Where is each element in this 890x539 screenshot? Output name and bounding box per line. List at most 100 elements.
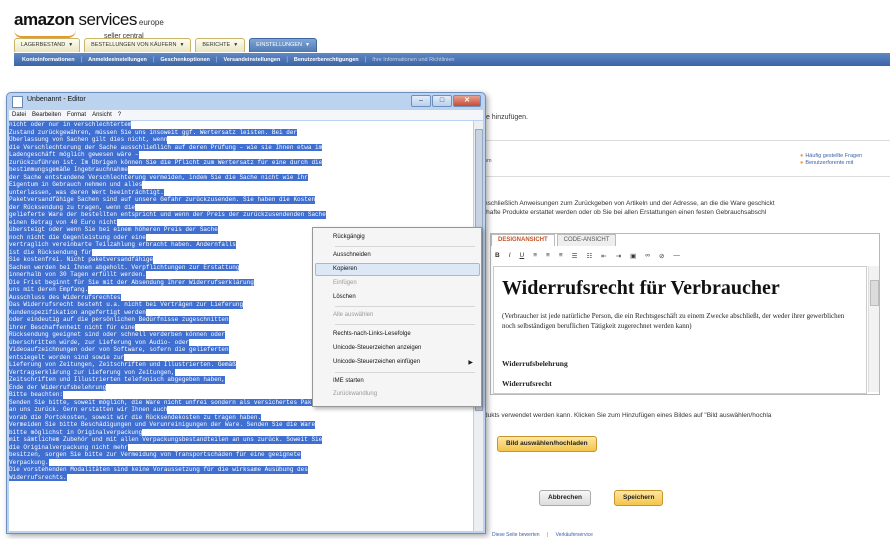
cancel-button[interactable]: Abbrechen	[539, 490, 591, 506]
close-button[interactable]: ✕	[453, 95, 481, 107]
description-line-2: rhafte Produkte erstattet werden oder ob…	[484, 209, 767, 216]
nav-versandeinstellungen[interactable]: Versandeinstellungen	[223, 57, 280, 63]
ordered-list-icon[interactable]: ☰	[572, 252, 578, 260]
text-line: mit sämtlichem Zubehör und mit allen Ver…	[9, 436, 323, 444]
minimize-button[interactable]: –	[411, 95, 431, 107]
tab-designansicht[interactable]: DESIGNANSICHT	[491, 234, 555, 246]
nav-benutzerberechtigungen[interactable]: Benutzerberechtigungen	[294, 57, 359, 63]
menu-datei[interactable]: Datei	[12, 112, 26, 118]
editor-scroll-thumb[interactable]	[870, 280, 879, 306]
chevron-down-icon: ▼	[179, 42, 185, 48]
underline-icon[interactable]: U	[520, 252, 525, 259]
text-line: der Sache entstandene Verschlechterung v…	[9, 173, 308, 181]
nav-geschenkoptionen[interactable]: Geschenkoptionen	[160, 57, 210, 63]
text-line: Kundenspezifikation angefertigt werden	[9, 308, 146, 316]
text-line: gelieferte Ware der bestellten entsprich…	[9, 211, 326, 219]
chevron-down-icon: ▼	[233, 42, 239, 48]
settings-subnav: Kontoinformationen | Anmeldeeinstellungen…	[14, 53, 890, 66]
menu-help[interactable]: ?	[118, 112, 121, 118]
text-line: Ausschluss des Widerrufsrechtes	[9, 293, 121, 301]
tab-berichte[interactable]: BERICHTE ▼	[195, 38, 246, 52]
tab-lagerbestand[interactable]: LAGERBESTAND ▼	[14, 38, 81, 52]
bold-icon[interactable]: B	[495, 252, 500, 259]
editor-toolbar: B I U ≡ ≡ ≡ ☰ ☷ ⇤ ⇥ ▣ ∞ ⊘ —	[495, 250, 875, 261]
chevron-down-icon: ▼	[68, 42, 74, 48]
text-line: Ladengeschäft möglich gewesen wäre –	[9, 151, 139, 159]
text-line: vorab die Portokosten, soweit wir die Rü…	[9, 413, 262, 421]
amazon-services-logo[interactable]: amazon services europe seller central	[14, 10, 164, 40]
indent-icon[interactable]: ⇥	[616, 252, 621, 260]
logo-region: europe	[138, 18, 164, 27]
context-menu: Rückgängig Ausschneiden Kopieren Einfüge…	[312, 227, 482, 407]
text-line: Ende der Widerrufsbelehrung	[9, 383, 107, 391]
menu-bearbeiten[interactable]: Bearbeiten	[32, 112, 61, 118]
menu-format[interactable]: Format	[67, 112, 86, 118]
text-line: Widerrufsrechts.	[9, 473, 67, 481]
menu-ansicht[interactable]: Ansicht	[92, 112, 112, 118]
text-line: zurückzuführen ist. Im Übrigen können Si…	[9, 158, 323, 166]
text-line: unterlassen, was deren Wert beeinträchti…	[9, 188, 164, 196]
select-image-button[interactable]: Bild auswählen/hochladen	[497, 436, 597, 452]
text-line: nicht oder nur in verschlechtertem	[9, 121, 132, 129]
link-icon[interactable]: ∞	[645, 252, 650, 259]
seller-support-link[interactable]: Verkäuferservice	[556, 532, 593, 538]
editor-scrollbar[interactable]	[868, 266, 879, 392]
menu-item-copy[interactable]: Kopieren	[333, 266, 357, 272]
divider	[480, 140, 890, 141]
nav-kontoinformationen[interactable]: Kontoinformationen	[22, 57, 75, 63]
save-button[interactable]: Speichern	[614, 490, 664, 506]
logo-services: services	[78, 10, 138, 29]
tab-code-ansicht[interactable]: CODE-ANSICHT	[556, 234, 617, 246]
text-line: einen Betrag von 40 Euro nicht	[9, 218, 118, 226]
italic-icon[interactable]: I	[509, 252, 511, 259]
tab-bestellungen[interactable]: BESTELLUNGEN VON KÄUFERN ▼	[84, 38, 192, 52]
tab-einstellungen[interactable]: EINSTELLUNGEN ▼	[249, 38, 317, 52]
outdent-icon[interactable]: ⇤	[601, 252, 606, 260]
align-right-icon[interactable]: ≡	[559, 252, 563, 259]
text-line: Das Widerrufsrecht besteht u.a. nicht be…	[9, 301, 244, 309]
unlink-icon[interactable]: ⊘	[659, 252, 664, 260]
text-line: noch nicht die Gegenleistung oder eine	[9, 233, 146, 241]
nav-informationen-richtlinien[interactable]: Ihre Informationen und Richtlinien	[372, 57, 454, 63]
text-line: bitte möglichst in Originalverpackung	[9, 428, 143, 436]
menu-item-show-unicode[interactable]: Unicode-Steuerzeichen anzeigen	[333, 345, 421, 351]
menu-item-rtl-reading[interactable]: Rechts-nach-Links-Lesefolge	[333, 331, 411, 337]
bullet-icon: ●	[800, 153, 804, 159]
text-line: innerhalb von 30 Tagen erfüllt werden.	[9, 271, 146, 279]
menu-item-delete[interactable]: Löschen	[333, 294, 356, 300]
text-line: bestimmungsgemäße Ingebrauchnahme	[9, 166, 128, 174]
faq-link[interactable]: ● Häufig gestellte Fragen	[800, 153, 862, 159]
unordered-list-icon[interactable]: ☷	[586, 252, 592, 260]
menu-item-select-all[interactable]: Alle auswählen	[333, 312, 373, 318]
align-left-icon[interactable]: ≡	[533, 252, 537, 259]
text-line: ist die Rücksendung für	[9, 248, 92, 256]
description-line-1: nschließlich Anweisungen zum Zurückgeben…	[484, 200, 775, 207]
logo-brand: amazon	[14, 10, 75, 29]
image-icon[interactable]: ▣	[630, 252, 636, 260]
text-line: Die vorstehenden Modalitäten sind keine …	[9, 466, 308, 474]
text-line: uns mit deren Empfang.	[9, 286, 89, 294]
chevron-down-icon: ▼	[305, 42, 310, 48]
text-line: Sachen werden bei Ihnen abgeholt. Verpfl…	[9, 263, 240, 271]
submenu-arrow-icon: ▶	[468, 360, 473, 366]
text-line: die Verschlechterung der Sache ausschlie…	[9, 143, 323, 151]
menu-item-paste[interactable]: Einfügen	[333, 280, 357, 286]
horizontal-rule-icon[interactable]: —	[673, 252, 680, 259]
editor-content[interactable]: Widerrufsrecht für Verbraucher (Verbrauc…	[493, 266, 867, 394]
menu-item-undo[interactable]: Rückgängig	[333, 234, 365, 240]
text-line: Videoaufzeichnungen oder von Software, s…	[9, 346, 229, 354]
editor-bold-1: Widerrufsbelehrung	[502, 359, 568, 368]
rate-page-link[interactable]: Diese Seite bewerten	[492, 532, 540, 538]
editor-paragraph: (Verbraucher ist jede natürliche Person,…	[502, 312, 845, 330]
menu-item-reconversion[interactable]: Zurückwandlung	[333, 391, 377, 397]
maximize-button[interactable]: □	[432, 95, 452, 107]
align-center-icon[interactable]: ≡	[546, 252, 550, 259]
menu-item-cut[interactable]: Ausschneiden	[333, 252, 371, 258]
menu-item-ime-start[interactable]: IME starten	[333, 378, 364, 384]
forum-link[interactable]: ● Benutzerforente mit	[800, 160, 853, 166]
text-line: oder eindeutig auf die persönlichen Bedü…	[9, 316, 229, 324]
menu-item-insert-unicode[interactable]: Unicode-Steuerzeichen einfügen	[333, 359, 420, 365]
nav-anmeldeeinstellungen[interactable]: Anmeldeeinstellungen	[88, 57, 147, 63]
amazon-smile-icon	[14, 30, 76, 38]
text-line: Zustand zurückgewähren, müssen Sie uns i…	[9, 128, 298, 136]
